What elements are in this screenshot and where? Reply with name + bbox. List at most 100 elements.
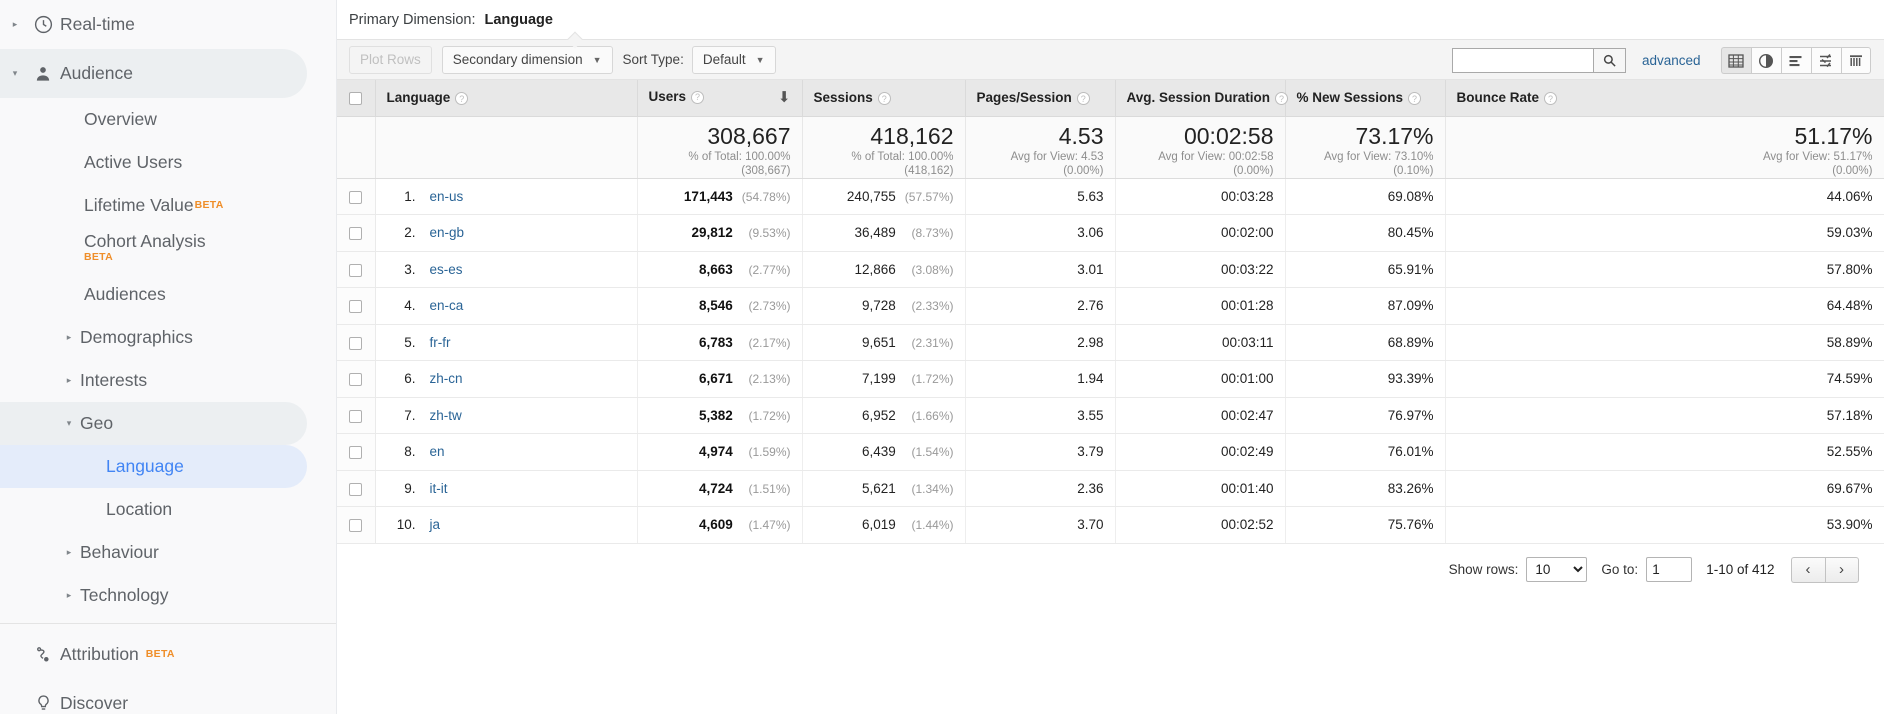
column-header-language[interactable]: Language? [375, 80, 638, 117]
row-checkbox-cell[interactable] [337, 324, 376, 361]
sidebar-item-language[interactable]: Language [0, 445, 307, 488]
table-row[interactable]: 10. ja 4,609 (1.47%) 6,019 (1.44%) 3.70 00:02… [337, 506, 1884, 544]
pivot-view-button[interactable] [1840, 47, 1871, 74]
row-dimension-link[interactable]: es-es [430, 262, 463, 277]
table-row[interactable]: 5. fr-fr 6,783 (2.17%) 9,651 (2.31%) 2.98 00:… [337, 324, 1884, 361]
sort-type-button[interactable]: Default ▼ [691, 45, 776, 74]
row-sessions-cell: 6,439 (1.54%) [802, 433, 966, 471]
row-checkbox[interactable] [349, 190, 363, 204]
row-index: 10. [396, 517, 416, 533]
plot-rows-button[interactable]: Plot Rows [349, 45, 432, 74]
sidebar-item-discover[interactable]: ▸ Discover [0, 679, 337, 714]
sidebar-item-interests[interactable]: ▸ Interests [0, 359, 337, 402]
row-checkbox[interactable] [349, 519, 363, 533]
row-checkbox[interactable] [349, 446, 363, 460]
row-checkbox-cell[interactable] [337, 360, 376, 398]
row-dimension-link[interactable]: it-it [430, 481, 448, 496]
row-dimension-link[interactable]: en-gb [430, 225, 465, 240]
percentage-view-button[interactable] [1750, 47, 1781, 74]
row-checkbox-cell[interactable] [337, 214, 376, 252]
sidebar-item-attribution[interactable]: ▸ Attribution BETA [0, 630, 337, 679]
row-sessions-cell: 5,621 (1.34%) [802, 470, 966, 507]
previous-page-button[interactable]: ‹ [1790, 556, 1825, 583]
column-header-bounce-rate[interactable]: Bounce Rate? [1445, 80, 1884, 117]
help-icon[interactable]: ? [691, 90, 705, 104]
sidebar-item-geo[interactable]: ▾ Geo [0, 402, 307, 445]
row-dimension-link[interactable]: ja [430, 517, 441, 532]
comparison-view-button[interactable] [1810, 47, 1841, 74]
goto-page-input[interactable] [1646, 557, 1693, 582]
column-label: Bounce Rate [1456, 90, 1540, 106]
help-icon[interactable]: ? [877, 92, 891, 106]
column-header-pages-session[interactable]: Pages/Session? [965, 80, 1116, 117]
chevron-right-icon: ▸ [66, 547, 72, 557]
help-icon[interactable]: ? [1076, 92, 1090, 106]
row-sessions-value: 9,651 [861, 334, 896, 350]
row-checkbox-cell[interactable] [337, 433, 376, 471]
row-checkbox[interactable] [349, 227, 363, 241]
row-checkbox[interactable] [349, 409, 363, 423]
performance-view-button[interactable] [1780, 47, 1811, 74]
row-dimension-link[interactable]: en [430, 444, 445, 459]
table-row[interactable]: 7. zh-tw 5,382 (1.72%) 6,952 (1.66%) 3.55 00:… [337, 397, 1884, 434]
column-header-avg-session-duration[interactable]: Avg. Session Duration? [1115, 80, 1289, 117]
search-input[interactable] [1451, 48, 1593, 73]
secondary-dimension-button[interactable]: Secondary dimension ▼ [441, 45, 613, 74]
row-checkbox-cell[interactable] [337, 287, 376, 325]
row-checkbox[interactable] [349, 336, 363, 350]
row-checkbox-cell[interactable] [337, 506, 376, 544]
sidebar-item-technology[interactable]: ▸ Technology [0, 574, 337, 617]
column-header-sessions[interactable]: Sessions? [802, 80, 966, 117]
table-row[interactable]: 3. es-es 8,663 (2.77%) 12,866 (3.08%) 3.01 00… [337, 251, 1884, 288]
sidebar-item-audience[interactable]: ▾ Audience [0, 49, 307, 98]
primary-dimension-value[interactable]: Language [485, 12, 553, 28]
sidebar-item-real-time[interactable]: ▸ Real-time [0, 0, 337, 49]
row-checkbox[interactable] [349, 482, 363, 496]
help-icon[interactable]: ? [1544, 92, 1558, 106]
search-button[interactable] [1592, 48, 1626, 73]
row-dimension-link[interactable]: en-ca [430, 298, 464, 313]
table-row[interactable]: 6. zh-cn 6,671 (2.13%) 7,199 (1.72%) 1.94 00:… [337, 360, 1884, 398]
sidebar-item-lifetime-value[interactable]: Lifetime Value BETA [0, 184, 337, 227]
table-row[interactable]: 9. it-it 4,724 (1.51%) 5,621 (1.34%) 2.36 00:… [337, 470, 1884, 507]
row-dimension-link[interactable]: fr-fr [430, 335, 451, 350]
sidebar-item-overview[interactable]: Overview [0, 98, 337, 141]
row-sessions-cell: 6,019 (1.44%) [802, 506, 966, 544]
table-row[interactable]: 4. en-ca 8,546 (2.73%) 9,728 (2.33%) 2.76 00:… [337, 287, 1884, 325]
help-icon[interactable]: ? [1408, 92, 1422, 106]
select-all-checkbox[interactable] [349, 92, 363, 106]
next-page-button[interactable]: › [1824, 556, 1859, 583]
row-checkbox[interactable] [349, 263, 363, 277]
row-dimension-link[interactable]: zh-cn [430, 371, 463, 386]
sidebar-item-location[interactable]: Location [0, 488, 337, 531]
select-all-header[interactable] [337, 80, 376, 117]
row-checkbox[interactable] [349, 300, 363, 314]
row-dimension-link[interactable]: zh-tw [430, 408, 462, 423]
sidebar-item-audiences[interactable]: Audiences [0, 273, 337, 316]
table-row[interactable]: 8. en 4,974 (1.59%) 6,439 (1.54%) 3.79 00:02:… [337, 433, 1884, 471]
row-sessions-value: 6,952 [861, 407, 896, 423]
sidebar-item-demographics[interactable]: ▸ Demographics [0, 316, 337, 359]
row-users-value: 4,724 [698, 480, 733, 496]
sidebar-item-active-users[interactable]: Active Users [0, 141, 337, 184]
table-row[interactable]: 2. en-gb 29,812 (9.53%) 36,489 (8.73%) 3.06 0… [337, 214, 1884, 252]
help-icon[interactable]: ? [455, 92, 469, 106]
row-checkbox-cell[interactable] [337, 470, 376, 507]
sidebar-item-behaviour[interactable]: ▸ Behaviour [0, 531, 337, 574]
row-checkbox-cell[interactable] [337, 251, 376, 288]
row-users-cell: 8,663 (2.77%) [637, 251, 803, 288]
row-checkbox[interactable] [349, 373, 363, 387]
table-row[interactable]: 1. en-us 171,443 (54.78%) 240,755 (57.57%) 5… [337, 178, 1884, 215]
row-checkbox-cell[interactable] [337, 178, 376, 215]
sidebar-scrollbar[interactable] [305, 0, 315, 714]
column-header-new-sessions[interactable]: % New Sessions? [1285, 80, 1446, 117]
row-index: 8. [404, 444, 416, 460]
advanced-link[interactable]: advanced [1642, 53, 1701, 68]
sidebar-item-cohort-analysis[interactable]: Cohort Analysis BETA [0, 227, 337, 273]
row-checkbox-cell[interactable] [337, 397, 376, 434]
help-icon[interactable]: ? [1275, 92, 1289, 106]
row-dimension-link[interactable]: en-us [430, 189, 464, 204]
column-header-users[interactable]: Users? ⬇ [637, 80, 803, 117]
table-view-button[interactable] [1720, 47, 1751, 74]
rows-per-page-select[interactable]: 10255010025050010005000 [1526, 557, 1588, 582]
